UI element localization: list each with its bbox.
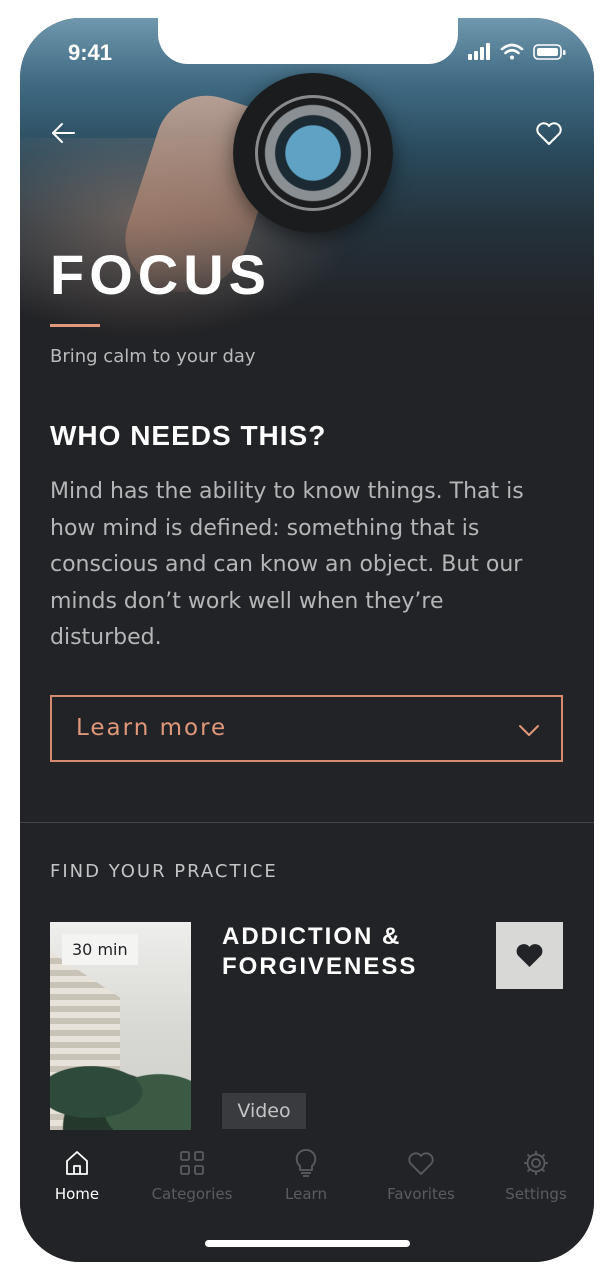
page-subtitle: Bring calm to your day [50,346,256,367]
title-accent-line [50,324,100,327]
tree-shape [50,1032,191,1132]
home-indicator[interactable] [205,1240,410,1247]
heart-filled-icon [516,944,543,967]
back-arrow-icon[interactable] [48,118,78,148]
phone-screen: 9:41 FOCUS Bring calm to your day WHO NE… [20,18,594,1262]
home-icon [66,1151,88,1175]
tab-label: Categories [151,1185,233,1203]
tab-home[interactable]: Home [22,1148,132,1208]
learn-more-button[interactable]: Learn more [50,695,563,762]
description-text: Mind has the ability to know things. Tha… [50,479,524,650]
status-time: 9:41 [68,40,113,65]
heart-icon [408,1152,434,1175]
chevron-down-icon [518,719,540,741]
section-heading: WHO NEEDS THIS? [50,420,327,451]
signal-icon [468,43,490,60]
media-type-badge: Video [222,1093,306,1129]
section-divider [20,822,594,823]
tab-favorites[interactable]: Favorites [366,1148,476,1208]
card-favorite-button[interactable] [496,922,563,989]
tab-label: Settings [505,1185,567,1203]
tab-label: Home [54,1185,100,1203]
practice-section-label: FIND YOUR PRACTICE [50,861,278,882]
favorite-heart-icon[interactable] [534,118,564,148]
device-notch [158,18,458,64]
tab-label: Favorites [387,1185,455,1203]
tab-learn[interactable]: Learn [251,1148,361,1208]
tab-categories[interactable]: Categories [137,1148,247,1208]
tab-settings[interactable]: Settings [481,1148,591,1208]
practice-card-image[interactable]: 30 min [50,922,191,1132]
grid-icon [180,1151,204,1175]
learn-more-label: Learn more [76,715,228,741]
lightbulb-icon [295,1149,317,1177]
page-title: FOCUS [50,243,271,306]
battery-icon [533,44,566,60]
camera-lens-image [233,73,393,233]
practice-card-title[interactable]: ADDICTION & FORGIVENESS [222,922,462,982]
status-icons [468,42,568,62]
tab-label: Learn [285,1185,327,1203]
duration-badge: 30 min [62,934,138,965]
wifi-icon [500,43,524,60]
gear-icon [524,1151,548,1175]
